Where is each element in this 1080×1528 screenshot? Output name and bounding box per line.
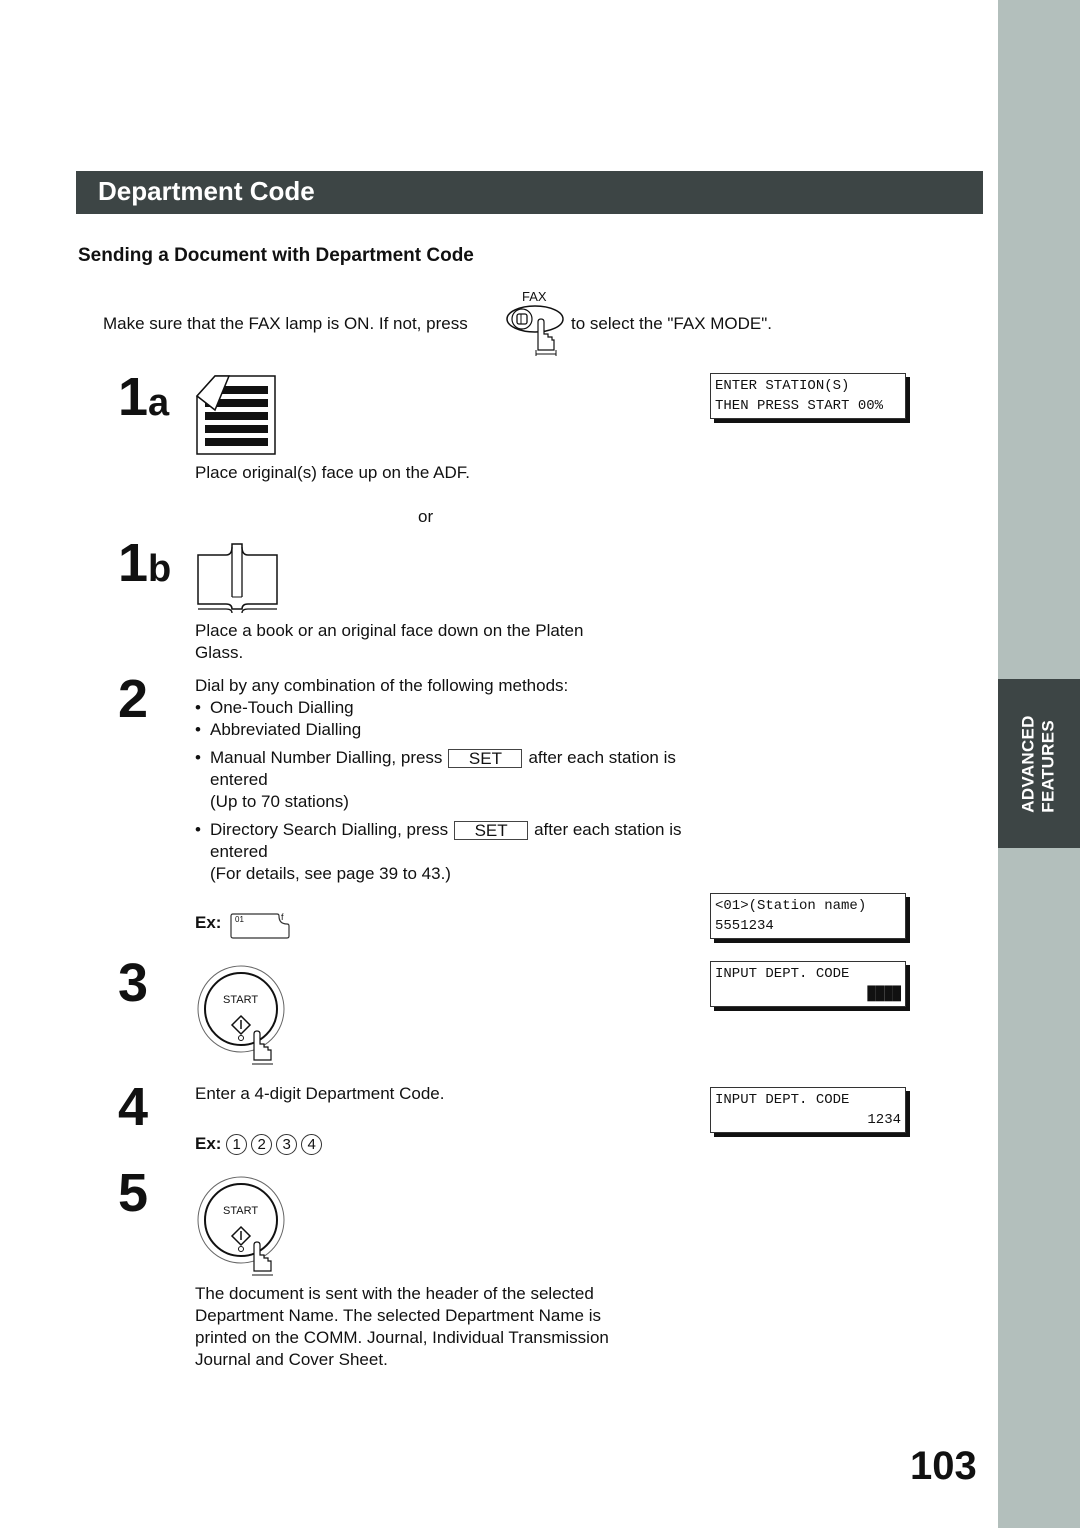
section-tab-line1: ADVANCED xyxy=(1019,714,1039,813)
lcd-code-placeholder: ████ xyxy=(867,986,901,1002)
step-5-text: The document is sent with the header of … xyxy=(195,1283,609,1371)
digit-key-4[interactable]: 4 xyxy=(301,1134,323,1156)
start-button-step3[interactable]: START xyxy=(196,964,288,1066)
step-1b-letter: b xyxy=(148,548,172,590)
step-4-example: Ex: 1234 xyxy=(195,1134,326,1156)
page-number: 103 xyxy=(910,1444,977,1488)
step-1b-digit: 1 xyxy=(118,533,149,593)
one-touch-key-letter: f xyxy=(281,912,284,922)
manual-text-after: after each station is xyxy=(528,748,676,767)
step-2-intro: Dial by any combination of the following… xyxy=(195,676,569,695)
section-tab-line2: FEATURES xyxy=(1039,719,1059,813)
lcd-line-2: THEN PRESS START 00% xyxy=(715,398,884,414)
lcd-line-1: INPUT DEPT. CODE xyxy=(715,1092,850,1108)
digit-key-2[interactable]: 2 xyxy=(251,1134,273,1156)
step-4-text: Enter a 4-digit Department Code. xyxy=(195,1084,445,1103)
step-5-text-line: printed on the COMM. Journal, Individual… xyxy=(195,1328,609,1347)
section-tab-advanced-features[interactable]: ADVANCED FEATURES xyxy=(998,679,1080,848)
directory-text-after: after each station is xyxy=(534,820,682,839)
step-5-text-line: The document is sent with the header of … xyxy=(195,1284,594,1303)
book-icon xyxy=(196,543,280,618)
lcd-display-step3: INPUT DEPT. CODE ████ xyxy=(710,961,906,1007)
one-touch-key-example[interactable]: 01 f xyxy=(229,912,291,940)
step-3-number: 3 xyxy=(118,953,149,1013)
lcd-display-step1: ENTER STATION(S) THEN PRESS START 00% xyxy=(710,373,906,419)
start-button-step5[interactable]: START xyxy=(196,1175,288,1277)
step-1b-text-line1: Place a book or an original face down on… xyxy=(195,621,584,640)
lcd-display-step4: INPUT DEPT. CODE 1234 xyxy=(710,1087,906,1133)
directory-text-line2: entered xyxy=(210,842,268,861)
directory-text-before: Directory Search Dialling, press xyxy=(210,820,449,839)
fax-key-button[interactable] xyxy=(504,304,566,360)
method-abbreviated: Abbreviated Dialling xyxy=(195,719,735,741)
section-banner: Department Code xyxy=(76,171,983,214)
step-1a-letter: a xyxy=(148,382,170,424)
method-directory: Directory Search Dialling, press SET after… xyxy=(195,819,735,885)
fax-key-label: FAX xyxy=(522,289,547,304)
page-title: Department Code xyxy=(98,176,315,206)
lcd-code-value: 1234 xyxy=(867,1112,901,1128)
step-4-number: 4 xyxy=(118,1077,149,1137)
step-5-text-line: Journal and Cover Sheet. xyxy=(195,1350,388,1369)
lcd-line-1: ENTER STATION(S) xyxy=(715,378,850,394)
manual-text-line3: (Up to 70 stations) xyxy=(210,792,349,811)
step-4-example-label: Ex: xyxy=(195,1134,222,1153)
step-5-number: 5 xyxy=(118,1163,149,1223)
method-manual: Manual Number Dialling, press SET after ea… xyxy=(195,747,735,813)
one-touch-key-number: 01 xyxy=(235,915,244,924)
method-one-touch: One-Touch Dialling xyxy=(195,697,735,719)
step-1b-number: 1b xyxy=(118,536,171,596)
step-2-number: 2 xyxy=(118,669,149,729)
lcd-display-step2: <01>(Station name) 5551234 xyxy=(710,893,906,939)
start-key-icon xyxy=(197,1176,285,1276)
lcd-line-1: INPUT DEPT. CODE xyxy=(715,966,850,982)
intro-text-after: to select the "FAX MODE". xyxy=(571,314,773,333)
step-5-text-line: Department Name. The selected Department… xyxy=(195,1306,601,1325)
step-1b-text: Place a book or an original face down on… xyxy=(195,620,583,664)
start-key-icon xyxy=(197,965,285,1065)
set-key-button[interactable]: SET xyxy=(454,821,529,841)
digit-key-1[interactable]: 1 xyxy=(226,1134,248,1156)
adf-document-icon xyxy=(195,374,277,461)
directory-text-line3: (For details, see page 39 to 43.) xyxy=(210,864,451,883)
step-1a-number: 1a xyxy=(118,370,169,430)
step-2-content: Dial by any combination of the following… xyxy=(195,675,735,885)
set-key-button[interactable]: SET xyxy=(448,749,523,769)
step-1a-digit: 1 xyxy=(118,367,149,427)
start-label: START xyxy=(223,1205,259,1217)
step-1b-text-line2: Glass. xyxy=(195,643,244,662)
manual-text-line2: entered xyxy=(210,770,268,789)
step-2-example-label: Ex: xyxy=(195,913,222,932)
or-text: or xyxy=(418,507,434,526)
lcd-line-1: <01>(Station name) xyxy=(715,898,867,914)
manual-text-before: Manual Number Dialling, press xyxy=(210,748,443,767)
step-1a-text: Place original(s) face up on the ADF. xyxy=(195,463,470,482)
lcd-line-2: 5551234 xyxy=(715,918,774,934)
intro-text-before: Make sure that the FAX lamp is ON. If no… xyxy=(103,314,468,333)
dialling-methods-list: One-Touch Dialling Abbreviated Dialling … xyxy=(195,697,735,885)
digit-key-3[interactable]: 3 xyxy=(276,1134,298,1156)
section-subheading: Sending a Document with Department Code xyxy=(78,245,474,266)
start-label: START xyxy=(223,994,259,1006)
fax-key-icon xyxy=(506,305,564,356)
